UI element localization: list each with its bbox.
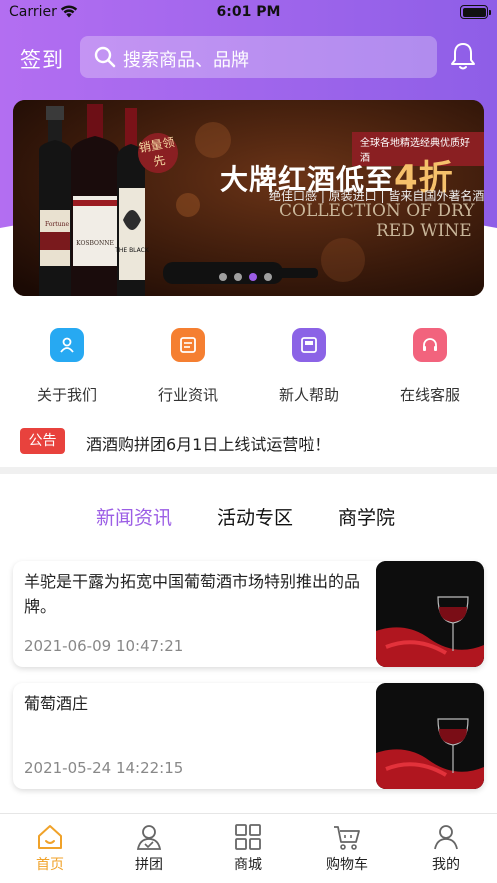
clock: 6:01 PM [216, 4, 281, 20]
banner-pagination[interactable] [219, 273, 272, 281]
tabbar-label: 首页 [36, 857, 64, 873]
announcement-badge: 公告 [20, 428, 65, 454]
news-card[interactable]: 羊驼是干露为拓宽中国葡萄酒市场特别推出的品牌。 2021-06-09 10:47… [13, 561, 484, 667]
bell-icon[interactable] [449, 41, 477, 71]
banner-dot[interactable] [234, 273, 242, 281]
tabbar-mall[interactable]: 商城 [213, 822, 283, 874]
headset-icon [413, 328, 447, 362]
tab-business-school[interactable]: 商学院 [338, 503, 395, 530]
news-thumbnail [376, 683, 484, 789]
tab-activities[interactable]: 活动专区 [217, 503, 293, 530]
tabbar-cart[interactable]: 购物车 [312, 822, 382, 874]
bottom-tab-bar: 首页 拼团 商城 购物车 我的 [0, 813, 497, 883]
news-title: 葡萄酒庄 [24, 694, 89, 713]
news-thumbnail [376, 561, 484, 667]
profile-icon [434, 825, 458, 850]
bottle-label-1: Fortune [45, 221, 69, 228]
quick-item-industry-news[interactable]: 行业资讯 [133, 326, 243, 405]
banner-dot[interactable] [264, 273, 272, 281]
banner-dot[interactable] [219, 273, 227, 281]
tabbar-label: 购物车 [326, 857, 368, 873]
section-divider [0, 467, 497, 474]
quick-item-label: 关于我们 [36, 386, 97, 404]
banner-dot-active[interactable] [249, 273, 257, 281]
status-bar: Carrier 6:01 PM [0, 0, 497, 26]
content-tabs: 新闻资讯 活动专区 商学院 [0, 503, 497, 533]
bottle-label-2: KOSBONNE [76, 240, 114, 247]
quick-item-about-us[interactable]: 关于我们 [12, 326, 122, 405]
checkin-button[interactable]: 签到 [20, 44, 64, 74]
banner-english-line-2: RED WINE [376, 221, 472, 241]
battery-icon [460, 5, 491, 19]
tabbar-group-buy[interactable]: 拼团 [114, 822, 184, 874]
news-date: 2021-06-09 10:47:21 [24, 637, 184, 655]
home-icon [38, 825, 62, 849]
search-placeholder: 搜索商品、品牌 [123, 50, 249, 71]
quick-item-online-service[interactable]: 在线客服 [375, 326, 485, 405]
tabbar-label: 我的 [432, 857, 460, 873]
quick-item-label: 在线客服 [399, 386, 460, 404]
document-icon [171, 328, 205, 362]
quick-item-newbie-help[interactable]: 新人帮助 [254, 326, 364, 405]
tabbar-home[interactable]: 首页 [15, 822, 85, 874]
user-icon [50, 328, 84, 362]
top-header: 签到 搜索商品、品牌 [0, 30, 497, 86]
search-icon [94, 46, 116, 68]
tab-news[interactable]: 新闻资讯 [96, 503, 172, 530]
news-date: 2021-05-24 14:22:15 [24, 759, 184, 777]
news-card[interactable]: 葡萄酒庄 2021-05-24 14:22:15 [13, 683, 484, 789]
search-input[interactable]: 搜索商品、品牌 [80, 36, 437, 78]
quick-item-label: 行业资讯 [157, 386, 218, 404]
tabbar-label: 商城 [234, 857, 262, 873]
tabbar-mine[interactable]: 我的 [411, 822, 481, 874]
book-icon [292, 328, 326, 362]
quick-menu: 关于我们 行业资讯 新人帮助 在线客服 [0, 326, 497, 406]
announcement-bar[interactable]: 公告 酒酒购拼团6月1日上线试运营啦！ [0, 426, 497, 458]
tabbar-label: 拼团 [135, 857, 163, 873]
banner-english-line-1: COLLECTION OF DRY [279, 201, 475, 221]
news-title: 羊驼是干露为拓宽中国葡萄酒市场特别推出的品牌。 [24, 572, 361, 616]
cart-icon [334, 826, 360, 850]
promo-banner[interactable]: Fortune KOSBONNE THE BLACK 销量领先 全球各地精选经典… [13, 100, 484, 296]
quick-item-label: 新人帮助 [278, 386, 339, 404]
group-icon [136, 825, 162, 850]
bottle-label-3: THE BLACK [114, 247, 150, 254]
grid-icon [235, 824, 261, 850]
announcement-text[interactable]: 酒酒购拼团6月1日上线试运营啦！ [86, 431, 330, 455]
